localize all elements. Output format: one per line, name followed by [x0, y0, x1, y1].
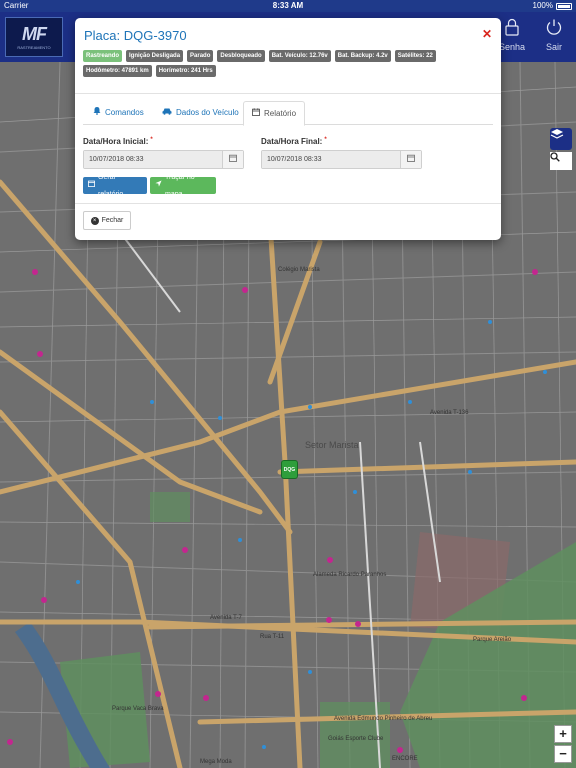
start-date-label-text: Data/Hora Inicial:: [83, 137, 149, 146]
close-button[interactable]: × Fechar: [83, 211, 131, 230]
status-badge: Parado: [187, 50, 214, 62]
map-label-ricardo-paranhos: Alameda Ricardo Paranhos: [313, 572, 387, 578]
tab-comandos[interactable]: Comandos: [85, 101, 152, 125]
status-badge: Ignição Desligada: [126, 50, 184, 62]
map-label-parque-areiao: Parque Areião: [473, 637, 512, 643]
map-label-colegio: Colégio Marista: [278, 267, 320, 273]
battery-indicator: 100%: [533, 0, 572, 12]
status-badge: Bat. Backup: 4.2v: [334, 50, 391, 62]
map-label-t11: Rua T-11: [260, 634, 285, 640]
start-calendar-icon[interactable]: [222, 151, 243, 168]
close-icon[interactable]: ✕: [482, 27, 492, 41]
zoom-in-button[interactable]: +: [554, 725, 572, 743]
end-date-label-text: Data/Hora Final:: [261, 137, 323, 146]
bell-icon: [93, 101, 101, 125]
tab-dados-label: Dados do Veículo: [176, 108, 239, 117]
end-calendar-icon[interactable]: [400, 151, 421, 168]
app-logo: MF RASTREAMENTO: [5, 17, 63, 57]
battery-percent: 100%: [532, 1, 553, 10]
trace-map-label: Traçar no mapa: [165, 173, 195, 198]
start-date-input[interactable]: [84, 151, 222, 168]
map-label-mega-moda: Mega Moda: [200, 759, 232, 765]
modal-tabs: Comandos Dados do Veículo Relatório: [83, 101, 493, 126]
clock-label: 8:33 AM: [272, 1, 304, 10]
map-label-t7: Avenida T-7: [210, 615, 242, 621]
required-mark: *: [150, 137, 153, 143]
map-layers-button[interactable]: [550, 128, 572, 150]
end-date-field: [261, 150, 422, 169]
divider: [75, 203, 501, 204]
generate-report-label: Gerar relatório: [98, 173, 124, 198]
tab-comandos-label: Comandos: [105, 108, 144, 117]
location-arrow-icon: [155, 177, 162, 194]
status-badge: Hodômetro: 47891 km: [83, 65, 152, 77]
calendar-icon: [252, 102, 260, 126]
tab-relatorio-label: Relatório: [264, 108, 297, 118]
status-badge: Rastreando: [83, 50, 123, 62]
map-label-setor-marista: Setor Marista: [305, 440, 359, 450]
map-label-goias-ec: Goiás Esporte Clube: [328, 736, 384, 742]
end-date-label: Data/Hora Final: *: [261, 137, 327, 146]
vehicle-modal: Placa: DQG-3970 ✕ Rastreando Ignição Des…: [75, 18, 501, 240]
vehicle-marker[interactable]: DQG: [281, 460, 298, 479]
power-icon: [534, 18, 574, 42]
start-date-label: Data/Hora Inicial: *: [83, 137, 153, 146]
senha-label: Senha: [498, 42, 526, 52]
map-label-t136: Avenida T-136: [430, 410, 469, 416]
status-badge: Horímetro: 241 Hrs: [155, 65, 216, 77]
logo-text: MF: [22, 24, 47, 44]
logo-subtext: RASTREAMENTO: [17, 45, 51, 50]
close-circle-icon: ×: [90, 216, 99, 225]
close-button-label: Fechar: [101, 217, 124, 224]
map-label-vaca-brava: Parque Vaca Brava: [112, 706, 164, 712]
generate-report-button[interactable]: Gerar relatório: [83, 174, 147, 198]
zoom-out-button[interactable]: −: [554, 745, 572, 763]
status-badge: Bat. Veículo: 12.76v: [268, 50, 331, 62]
car-icon: [162, 101, 172, 125]
battery-icon: [556, 2, 572, 10]
end-date-input[interactable]: [262, 151, 400, 168]
calendar-icon: [88, 177, 95, 194]
trace-map-button[interactable]: Traçar no mapa: [150, 174, 216, 198]
status-badges: Rastreando Ignição Desligada Parado Desb…: [83, 50, 493, 77]
modal-title: Placa: DQG-3970: [84, 28, 187, 43]
status-badge: Satélites: 22: [394, 50, 436, 62]
sair-label: Sair: [545, 42, 562, 52]
status-bar: Carrier 8:33 AM 100%: [0, 0, 576, 12]
map-search-button[interactable]: [550, 152, 572, 170]
required-mark: *: [324, 137, 327, 143]
sair-button[interactable]: Sair: [534, 18, 574, 52]
status-badge: Desbloqueado: [217, 50, 265, 62]
map-label-edmundo: Avenida Edmundo Pinheiro de Abreu: [334, 716, 433, 722]
start-date-field: [83, 150, 244, 169]
map-label-encore: ENCORE: [392, 756, 418, 762]
divider: [75, 93, 501, 94]
tab-relatorio[interactable]: Relatório: [243, 101, 306, 126]
vehicle-marker-label: DQG: [283, 467, 296, 473]
tab-dados-veiculo[interactable]: Dados do Veículo: [154, 101, 247, 125]
